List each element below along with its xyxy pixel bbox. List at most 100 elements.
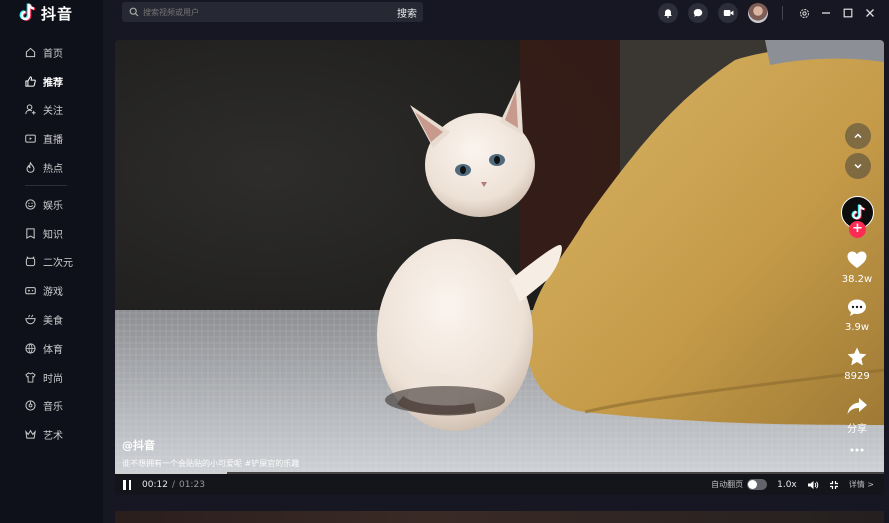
message-button[interactable] [688,3,708,23]
gamepad-icon [25,287,36,295]
crown-icon [25,429,36,439]
maximize-icon [843,8,853,18]
flame-icon [26,162,35,173]
book-icon [26,228,35,239]
chevron-up-icon [854,133,862,139]
search-button[interactable]: 搜索 [397,5,417,20]
user-avatar[interactable] [748,3,768,23]
fullscreen-exit-icon[interactable] [829,480,839,490]
volume-icon[interactable] [807,480,819,490]
minimize-icon [822,12,830,14]
sidebar-item-label: 美食 [43,316,63,328]
sidebar-item-fashion[interactable]: 时尚 [0,363,103,392]
logo-text: 抖音 [41,4,74,23]
user-plus-icon [25,104,36,116]
top-bar: 搜索 [103,0,889,26]
sidebar-item-label: 二次元 [43,258,73,270]
share-arrow-icon [847,398,867,414]
comment-icon [848,299,866,316]
bowl-icon [25,314,36,325]
sidebar-item-food[interactable]: 美食 [0,305,103,334]
next-video-preview[interactable] [115,511,884,523]
search-box: 搜索 [122,2,423,22]
player-controls: 00:12 / 01:23 自动翻页 1.0x 详情 > [115,474,884,495]
sidebar-item-entertainment[interactable]: 娱乐 [0,190,103,219]
chat-bubble-icon [693,9,703,17]
share-label: 分享 [847,424,867,435]
sidebar-item-label: 首页 [43,48,63,60]
details-link[interactable]: 详情 > [849,479,874,490]
playback-speed[interactable]: 1.0x [777,480,797,490]
sidebar-item-label: 推荐 [43,77,63,89]
previous-video-button[interactable] [845,123,871,149]
player-controls-right: 自动翻页 1.0x 详情 > [711,474,874,495]
sidebar-item-art[interactable]: 艺术 [0,420,103,449]
like-button[interactable]: 38.2w [837,249,877,285]
pause-button[interactable] [123,479,133,490]
thumb-up-icon [25,76,36,87]
sidebar-item-label: 音乐 [43,402,63,414]
sidebar-item-games[interactable]: 游戏 [0,276,103,305]
notification-button[interactable] [658,3,678,23]
autoplay-toggle[interactable] [747,479,768,490]
home-icon [25,47,36,58]
star-icon [847,347,867,366]
tv-icon [25,134,36,143]
sidebar-item-label: 体育 [43,344,63,356]
follow-button[interactable]: + [849,221,866,238]
alarm-clock-icon [25,256,36,267]
tiktok-logo-icon [850,203,865,220]
video-author[interactable]: @抖音 [122,437,299,453]
sidebar-item-sports[interactable]: 体育 [0,334,103,363]
comment-count: 3.9w [844,322,870,333]
maximize-button[interactable] [837,0,859,26]
sidebar-item-follow[interactable]: 关注 [0,96,103,125]
sidebar-item-recommend[interactable]: 推荐 [0,67,103,96]
close-button[interactable] [859,0,881,26]
current-time: 00:12 [142,479,168,490]
search-input[interactable] [143,7,383,17]
sidebar-item-anime[interactable]: 二次元 [0,248,103,277]
live-stream-button[interactable] [718,3,738,23]
sidebar-nav: 首页 推荐 关注 直播 热点 娱乐 知识 二次元 游戏 美食 体育 时尚 音乐 … [0,38,103,449]
sidebar-item-live[interactable]: 直播 [0,124,103,153]
video-player[interactable]: @抖音 谁不想拥有一个会贴贴的小可爱呢 #铲屎官的乐趣 00:12 / 01:2… [115,40,884,495]
logo[interactable]: 抖音 [18,2,73,24]
video-camera-icon [723,10,733,16]
music-icon [25,400,36,412]
heart-icon [847,251,867,268]
sidebar-item-label: 知识 [43,229,63,241]
favorite-count: 8929 [844,371,870,382]
autoplay-toggle-group: 自动翻页 [711,479,768,490]
douyin-app: 抖音 首页 推荐 关注 直播 热点 娱乐 知识 二次元 游戏 美食 体育 时尚 … [0,0,889,523]
sidebar-item-home[interactable]: 首页 [0,38,103,67]
favorite-button[interactable]: 8929 [837,346,877,382]
tiktok-logo-icon [19,3,36,21]
comment-button[interactable]: 3.9w [837,297,877,333]
total-time: 01:23 [178,479,205,490]
sidebar: 抖音 首页 推荐 关注 直播 热点 娱乐 知识 二次元 游戏 美食 体育 时尚 … [0,0,103,523]
time-separator: / [171,479,175,490]
sidebar-item-label: 热点 [43,164,63,176]
share-button[interactable]: 分享 [837,395,877,435]
sidebar-item-label: 时尚 [43,373,63,385]
video-description: 谁不想拥有一个会贴贴的小可爱呢 #铲屎官的乐趣 [122,459,300,468]
sidebar-item-knowledge[interactable]: 知识 [0,219,103,248]
minimize-button[interactable] [815,0,837,26]
smile-icon [25,199,36,210]
sidebar-item-music[interactable]: 音乐 [0,392,103,421]
more-button[interactable] [837,445,877,456]
like-count: 38.2w [841,274,873,285]
sidebar-item-label: 关注 [43,106,63,118]
sidebar-item-label: 直播 [43,135,63,147]
more-dots-icon [850,448,864,452]
divider [782,6,783,20]
bell-icon [664,9,672,18]
video-caption: @抖音 谁不想拥有一个会贴贴的小可爱呢 #铲屎官的乐趣 [122,437,299,469]
autoplay-label: 自动翻页 [711,480,744,489]
sidebar-item-hot[interactable]: 热点 [0,153,103,182]
sidebar-item-label: 娱乐 [43,200,63,212]
next-video-button[interactable] [845,153,871,179]
shirt-icon [25,371,36,383]
settings-button[interactable] [793,0,815,26]
